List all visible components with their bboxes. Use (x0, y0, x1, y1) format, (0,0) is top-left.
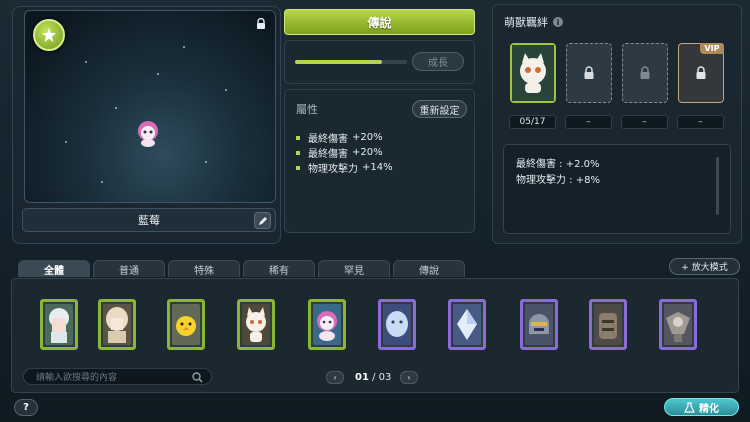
zoom-mode-button[interactable]: + 放大模式 (669, 258, 740, 275)
slot-label: – (677, 115, 724, 129)
lock-icon (640, 66, 650, 79)
tab-all[interactable]: 全體 (18, 260, 90, 277)
sparkle (157, 73, 159, 75)
pet-bond-panel: 萌獸羈絆 i VIP 05/17 – – – 最終傷害: +2.0% 物理攻擊… (492, 4, 742, 244)
knight-helmet-icon (525, 304, 553, 345)
flask-icon (684, 401, 695, 413)
legend-star-icon (33, 19, 65, 51)
attribute-item: 物理攻擊力 +14% (296, 160, 393, 175)
bond-effect-line: 物理攻擊力 : +8% (516, 175, 600, 186)
attribute-item: 最終傷害 +20% (296, 145, 393, 160)
pet-card[interactable] (378, 299, 416, 350)
chevron-right-icon: › (407, 373, 411, 382)
white-cat-icon (242, 304, 270, 345)
tab-rare[interactable]: 稀有 (243, 260, 315, 277)
search-icon[interactable] (192, 372, 203, 383)
winged-beast-icon (664, 304, 692, 345)
pencil-icon (258, 216, 267, 225)
slot-label: – (621, 115, 668, 129)
yellow-chick-icon (172, 304, 200, 345)
pet-name: 藍莓 (138, 214, 160, 227)
pet-card[interactable] (40, 299, 78, 350)
tab-normal[interactable]: 普通 (93, 260, 165, 277)
white-cat-pet-icon (512, 45, 554, 101)
effects-scrollbar[interactable] (716, 157, 719, 215)
bond-effect-line: 最終傷害 : +2.0% (516, 159, 600, 170)
growth-button[interactable]: 成長 (412, 52, 464, 71)
pet-card[interactable] (659, 299, 697, 350)
tab-legend[interactable]: 傳說 (393, 260, 465, 277)
help-button[interactable]: ? (14, 399, 38, 416)
info-icon[interactable]: i (553, 17, 563, 27)
tab-special[interactable]: 特殊 (168, 260, 240, 277)
sparkle (225, 89, 227, 91)
stone-golem-icon (594, 304, 622, 345)
sparkle (65, 141, 67, 143)
rename-button[interactable] (254, 212, 271, 229)
chevron-left-icon: ‹ (333, 373, 337, 382)
next-page-button[interactable]: › (400, 371, 418, 384)
ice-spirit-icon (383, 304, 411, 345)
growth-progress-fill (295, 60, 383, 64)
attributes-panel: 屬性 重新設定 最終傷害 +20% 最終傷害 +20% 物理攻擊力 +14% (284, 89, 475, 233)
pet-card[interactable] (237, 299, 275, 350)
vip-badge: VIP (700, 43, 724, 54)
pet-card[interactable] (167, 299, 205, 350)
pet-card[interactable] (520, 299, 558, 350)
white-hair-character-icon (45, 304, 73, 345)
search-input[interactable]: 請輸入欲搜尋的內容 (23, 368, 212, 385)
pet-collection-window: 藍莓 傳說 成長 屬性 重新設定 最終傷害 +20% 最終傷害 +20% 物理攻擊力… (0, 0, 750, 422)
growth-panel: 成長 (284, 40, 475, 84)
blonde-character-icon (103, 304, 131, 345)
pet-name-bar: 藍莓 (22, 208, 276, 232)
pet-card[interactable] (448, 299, 486, 350)
sparkle (115, 107, 117, 109)
attribute-list: 最終傷害 +20% 最終傷害 +20% 物理攻擊力 +14% (296, 130, 393, 175)
sparkle (85, 61, 87, 63)
sparkle (101, 181, 103, 183)
grade-label: 傳說 (284, 9, 475, 35)
ice-crystal-icon (453, 304, 481, 345)
sparkle (205, 161, 207, 163)
bond-slot-3[interactable] (622, 43, 668, 103)
lock-icon[interactable] (255, 17, 267, 30)
pet-preview-scene (24, 10, 276, 203)
slot-label: – (565, 115, 612, 129)
growth-progress-bar (295, 60, 407, 64)
page-indicator: 01 / 03 (355, 372, 392, 383)
tab-unique[interactable]: 罕見 (318, 260, 390, 277)
reset-attributes-button[interactable]: 重新設定 (412, 100, 467, 118)
slot-label: 05/17 (509, 115, 556, 129)
pet-collection-grid: 請輸入欲搜尋的內容 ‹ 01 / 03 › (11, 278, 739, 393)
prev-page-button[interactable]: ‹ (326, 371, 344, 384)
pet-card[interactable] (308, 299, 346, 350)
pink-spiky-creature-icon (313, 304, 341, 345)
attributes-title: 屬性 (296, 103, 318, 116)
lock-icon (696, 66, 706, 79)
bond-effects-box: 最終傷害 : +2.0% 物理攻擊力 : +8% (503, 144, 731, 234)
bond-slot-vip[interactable]: VIP (678, 43, 724, 103)
lock-icon (584, 66, 594, 79)
pet-card[interactable] (589, 299, 627, 350)
pet-card[interactable] (98, 299, 136, 350)
pet-sprite (133, 119, 163, 149)
bond-slot-1[interactable] (510, 43, 556, 103)
sparkle (183, 46, 185, 48)
attribute-item: 最終傷害 +20% (296, 130, 393, 145)
bond-slot-2[interactable] (566, 43, 612, 103)
refine-button[interactable]: 精化 (664, 398, 739, 416)
bond-title: 萌獸羈絆 i (504, 14, 563, 30)
